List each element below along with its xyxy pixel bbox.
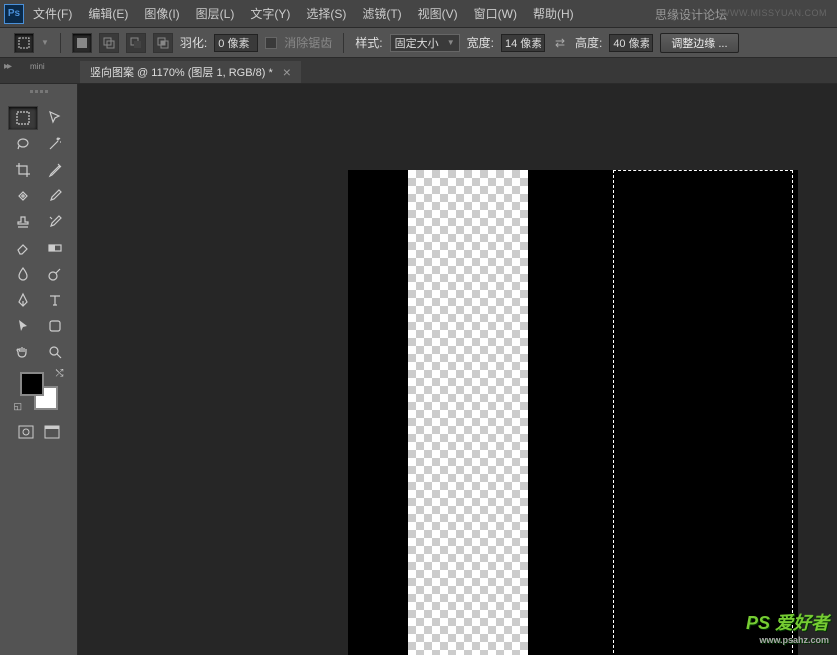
hand-tool[interactable] (8, 340, 38, 364)
selection-intersect-icon[interactable] (153, 33, 173, 53)
feather-input[interactable] (214, 34, 258, 52)
antialias-checkbox[interactable] (265, 37, 277, 49)
foreground-color[interactable] (20, 372, 44, 396)
lasso-tool[interactable] (8, 132, 38, 156)
quickmask-icon[interactable] (15, 422, 37, 442)
selection-add-icon[interactable] (99, 33, 119, 53)
menu-edit[interactable]: 编辑(E) (81, 1, 135, 26)
panel-grip-icon[interactable] (4, 90, 74, 100)
layer-black-left (348, 170, 408, 655)
gradient-tool[interactable] (40, 236, 70, 260)
screenmode-icon[interactable] (41, 422, 63, 442)
refine-edge-button[interactable]: 调整边缘 ... (660, 33, 738, 53)
document-tab[interactable]: 竖向图案 @ 1170% (图层 1, RGB/8) * × (80, 61, 301, 83)
options-bar: ▼ 羽化: 消除锯齿 样式: 固定大小▼ 宽度: ⇄ 高度: 调整边缘 ... (0, 28, 837, 58)
shape-tool[interactable] (40, 314, 70, 338)
swap-colors-icon[interactable]: ⤭ (56, 368, 64, 379)
healing-tool[interactable] (8, 184, 38, 208)
transparent-area (408, 170, 528, 655)
eyedropper-tool[interactable] (40, 158, 70, 182)
wand-tool[interactable] (40, 132, 70, 156)
style-label: 样式: (355, 34, 382, 51)
close-icon[interactable]: × (283, 67, 291, 77)
watermark: PS 爱好者 www.psahz.com (746, 609, 829, 645)
menu-view[interactable]: 视图(V) (411, 1, 465, 26)
color-swatches[interactable]: ⤭ ◱ (20, 372, 58, 410)
height-label: 高度: (575, 34, 602, 51)
swap-wh-icon[interactable]: ⇄ (552, 35, 568, 51)
document-title: 竖向图案 @ 1170% (图层 1, RGB/8) * (90, 64, 273, 80)
zoom-tool[interactable] (40, 340, 70, 364)
canvas-area[interactable] (78, 84, 837, 655)
dodge-tool[interactable] (40, 262, 70, 286)
missyuan-url: WWW.MISSYUAN.COM (721, 8, 827, 18)
move-tool[interactable] (40, 106, 70, 130)
mini-label: mini (30, 62, 45, 71)
menu-layer[interactable]: 图层(L) (189, 1, 242, 26)
dock-grip-icon[interactable]: ▸▸ (4, 61, 10, 72)
blur-tool[interactable] (8, 262, 38, 286)
crop-tool[interactable] (8, 158, 38, 182)
ps-logo-icon: Ps (4, 4, 24, 24)
style-select[interactable]: 固定大小▼ (390, 34, 460, 52)
history-brush-tool[interactable] (40, 210, 70, 234)
forum-text: 思缘设计论坛 (655, 6, 727, 23)
eraser-tool[interactable] (8, 236, 38, 260)
menu-help[interactable]: 帮助(H) (526, 1, 581, 26)
menu-filter[interactable]: 滤镜(T) (355, 1, 408, 26)
menu-type[interactable]: 文字(Y) (243, 1, 297, 26)
tools-panel: ⤭ ◱ (0, 84, 78, 655)
brush-tool[interactable] (40, 184, 70, 208)
antialias-label: 消除锯齿 (284, 34, 332, 51)
divider (343, 33, 344, 53)
document-canvas[interactable] (348, 170, 798, 655)
selection-new-icon[interactable] (72, 33, 92, 53)
menu-select[interactable]: 选择(S) (299, 1, 353, 26)
menu-file[interactable]: 文件(F) (26, 1, 79, 26)
type-tool[interactable] (40, 288, 70, 312)
width-label: 宽度: (467, 34, 494, 51)
menu-bar: Ps 文件(F) 编辑(E) 图像(I) 图层(L) 文字(Y) 选择(S) 滤… (0, 0, 837, 28)
stamp-tool[interactable] (8, 210, 38, 234)
default-colors-icon[interactable]: ◱ (14, 401, 23, 412)
width-input[interactable] (501, 34, 545, 52)
chevron-down-icon[interactable]: ▼ (41, 38, 49, 47)
selection-subtract-icon[interactable] (126, 33, 146, 53)
menu-window[interactable]: 窗口(W) (467, 1, 524, 26)
divider (60, 33, 61, 53)
layer-black-right (528, 170, 798, 655)
path-select-tool[interactable] (8, 314, 38, 338)
menu-image[interactable]: 图像(I) (137, 1, 186, 26)
pen-tool[interactable] (8, 288, 38, 312)
marquee-tool[interactable] (8, 106, 38, 130)
tool-marquee-preset-icon[interactable] (14, 33, 34, 53)
document-tabs: ▸▸ mini 竖向图案 @ 1170% (图层 1, RGB/8) * × (0, 58, 837, 84)
feather-label: 羽化: (180, 34, 207, 51)
height-input[interactable] (609, 34, 653, 52)
